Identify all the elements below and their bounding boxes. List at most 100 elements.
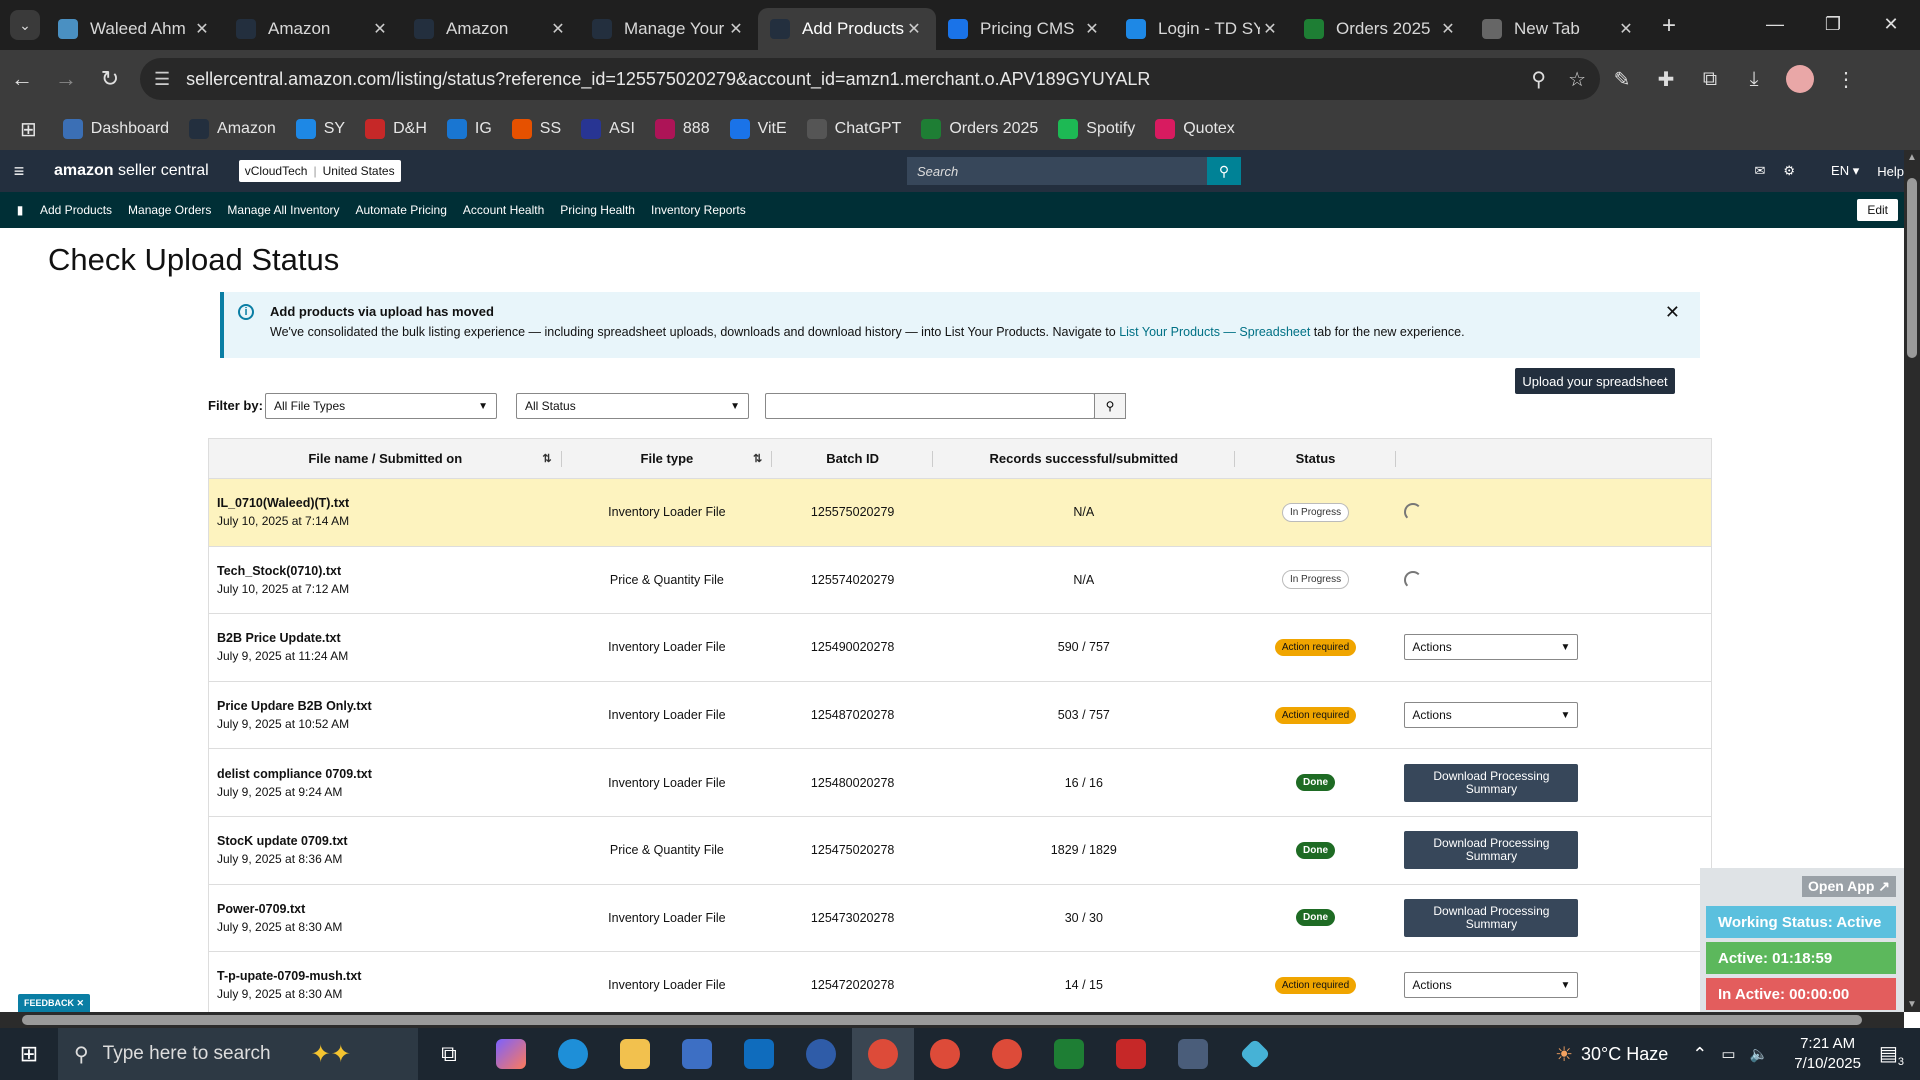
- site-info-icon[interactable]: ☰: [154, 69, 170, 90]
- browser-tab[interactable]: Amazon ✕: [402, 8, 580, 50]
- zoom-icon[interactable]: ⚲: [1531, 67, 1546, 92]
- chrome-icon[interactable]: [852, 1028, 914, 1080]
- close-tab-icon[interactable]: ✕: [904, 19, 924, 39]
- scroll-down-icon[interactable]: ▼: [1904, 999, 1920, 1010]
- apps-grid-icon[interactable]: ⊞: [20, 117, 37, 142]
- search-icon[interactable]: ⚲: [1094, 393, 1126, 419]
- bookmark-item[interactable]: Dashboard: [62, 119, 169, 139]
- sort-icon[interactable]: ⇅: [753, 452, 762, 465]
- bookmark-item[interactable]: IG: [446, 119, 492, 139]
- filezilla-icon[interactable]: [1100, 1028, 1162, 1080]
- speaker-icon[interactable]: 🔈: [1750, 1045, 1769, 1063]
- nav-link[interactable]: Automate Pricing: [356, 203, 447, 217]
- close-icon[interactable]: ✕: [1862, 0, 1920, 48]
- download-summary-button[interactable]: Download Processing Summary: [1404, 831, 1579, 870]
- nav-link[interactable]: Manage All Inventory: [227, 203, 339, 217]
- tab-search-button[interactable]: ⌄: [10, 10, 40, 40]
- nav-link[interactable]: Manage Orders: [128, 203, 211, 217]
- scrollbar-thumb[interactable]: [1907, 178, 1917, 358]
- close-tab-icon[interactable]: ✕: [1616, 19, 1636, 39]
- scrollbar-thumb[interactable]: [22, 1015, 1862, 1025]
- new-tab-button[interactable]: +: [1648, 12, 1690, 50]
- forward-button[interactable]: →: [44, 57, 88, 101]
- close-tab-icon[interactable]: ✕: [548, 19, 568, 39]
- mail-icon[interactable]: ✉: [1754, 163, 1765, 179]
- browser-tab[interactable]: Pricing CMS ✕: [936, 8, 1114, 50]
- file-type-filter[interactable]: All File Types ▼: [265, 393, 497, 419]
- excel-icon[interactable]: [1038, 1028, 1100, 1080]
- seller-search[interactable]: Search ⚲: [907, 157, 1241, 185]
- outlook-icon[interactable]: [728, 1028, 790, 1080]
- edit-nav-button[interactable]: Edit: [1857, 199, 1898, 221]
- restore-icon[interactable]: ❐: [1804, 0, 1862, 48]
- bookmark-item[interactable]: VitE: [729, 119, 787, 139]
- clock[interactable]: 7:21 AM 7/10/2025: [1794, 1034, 1861, 1074]
- app-icon[interactable]: [1224, 1028, 1286, 1080]
- download-summary-button[interactable]: Download Processing Summary: [1404, 898, 1579, 937]
- nav-link[interactable]: Account Health: [463, 203, 544, 217]
- bookmark-item[interactable]: D&H: [365, 119, 427, 139]
- vertical-scrollbar[interactable]: ▲ ▼: [1904, 150, 1920, 1012]
- browser-tab[interactable]: Manage Your ✕: [580, 8, 758, 50]
- sort-icon[interactable]: ⇅: [542, 452, 551, 465]
- actions-dropdown[interactable]: Actions ▼: [1404, 972, 1579, 999]
- weather-text[interactable]: 30°C Haze: [1581, 1044, 1668, 1065]
- feedback-button[interactable]: FEEDBACK ✕: [18, 994, 91, 1012]
- actions-dropdown[interactable]: Actions ▼: [1404, 702, 1579, 729]
- extension-icon[interactable]: ✚: [1644, 57, 1688, 101]
- close-tab-icon[interactable]: ✕: [1438, 19, 1458, 39]
- close-tab-icon[interactable]: ✕: [1260, 19, 1280, 39]
- browser-tab[interactable]: Amazon ✕: [224, 8, 402, 50]
- bookmark-item[interactable]: 888: [654, 119, 710, 139]
- hamburger-menu-icon[interactable]: ≡: [0, 161, 38, 182]
- bookmark-item[interactable]: Quotex: [1155, 119, 1235, 139]
- browser-tab[interactable]: Add Products ✕: [758, 8, 936, 50]
- chevron-up-icon[interactable]: ⌃: [1692, 1044, 1707, 1065]
- bookmark-item[interactable]: Orders 2025: [921, 119, 1038, 139]
- close-tab-icon[interactable]: ✕: [192, 19, 212, 39]
- language-selector[interactable]: EN ▾: [1813, 163, 1859, 179]
- download-icon[interactable]: ⤓: [1732, 57, 1776, 101]
- download-summary-button[interactable]: Download Processing Summary: [1404, 763, 1579, 802]
- status-filter[interactable]: All Status ▼: [516, 393, 749, 419]
- bookmark-item[interactable]: ChatGPT: [806, 119, 901, 139]
- nav-link[interactable]: Add Products: [40, 203, 112, 217]
- bookmark-item[interactable]: SS: [511, 119, 561, 139]
- nav-link[interactable]: Inventory Reports: [651, 203, 746, 217]
- notifications-icon[interactable]: ▤3: [1879, 1041, 1904, 1068]
- browser-tab[interactable]: Orders 2025 ✕: [1292, 8, 1470, 50]
- scroll-up-icon[interactable]: ▲: [1904, 152, 1920, 163]
- list-your-products-link[interactable]: List Your Products — Spreadsheet: [1119, 325, 1310, 339]
- bookmark-item[interactable]: Amazon: [189, 119, 276, 139]
- windows-start-icon[interactable]: ⊞: [0, 1041, 58, 1067]
- close-tab-icon[interactable]: ✕: [370, 19, 390, 39]
- file-explorer-icon[interactable]: [604, 1028, 666, 1080]
- address-bar[interactable]: ☰ sellercentral.amazon.com/listing/statu…: [140, 58, 1600, 100]
- bookmark-icon[interactable]: ▮: [0, 203, 40, 217]
- browser-tab[interactable]: Waleed Ahm ✕: [46, 8, 224, 50]
- search-icon[interactable]: ⚲: [1207, 157, 1241, 185]
- taskbar-search[interactable]: ⚲ Type here to search ✦✦: [58, 1028, 418, 1080]
- seller-central-logo[interactable]: amazon seller central: [54, 162, 209, 180]
- open-app-button[interactable]: Open App ↗: [1802, 876, 1896, 897]
- close-tab-icon[interactable]: ✕: [726, 19, 746, 39]
- back-button[interactable]: ←: [0, 57, 44, 101]
- chrome-icon[interactable]: [976, 1028, 1038, 1080]
- batch-search-input[interactable]: [765, 393, 1095, 419]
- browser-tab[interactable]: New Tab ✕: [1470, 8, 1648, 50]
- bookmark-item[interactable]: SY: [295, 119, 345, 139]
- chrome-icon[interactable]: [914, 1028, 976, 1080]
- close-tab-icon[interactable]: ✕: [1082, 19, 1102, 39]
- extensions-puzzle-icon[interactable]: ⧉: [1688, 57, 1732, 101]
- upload-spreadsheet-button[interactable]: Upload your spreadsheet: [1515, 368, 1675, 394]
- network-icon[interactable]: ▭: [1721, 1045, 1735, 1063]
- minimize-icon[interactable]: —: [1746, 0, 1804, 48]
- gear-icon[interactable]: ⚙: [1783, 163, 1795, 179]
- calculator-icon[interactable]: [1162, 1028, 1224, 1080]
- task-view-icon[interactable]: ⧉: [418, 1028, 480, 1080]
- profile-avatar[interactable]: [1786, 65, 1814, 93]
- nav-link[interactable]: Pricing Health: [560, 203, 635, 217]
- help-link[interactable]: Help: [1877, 164, 1904, 179]
- extension-icon[interactable]: ✎: [1600, 57, 1644, 101]
- search-input[interactable]: Search: [907, 164, 1207, 179]
